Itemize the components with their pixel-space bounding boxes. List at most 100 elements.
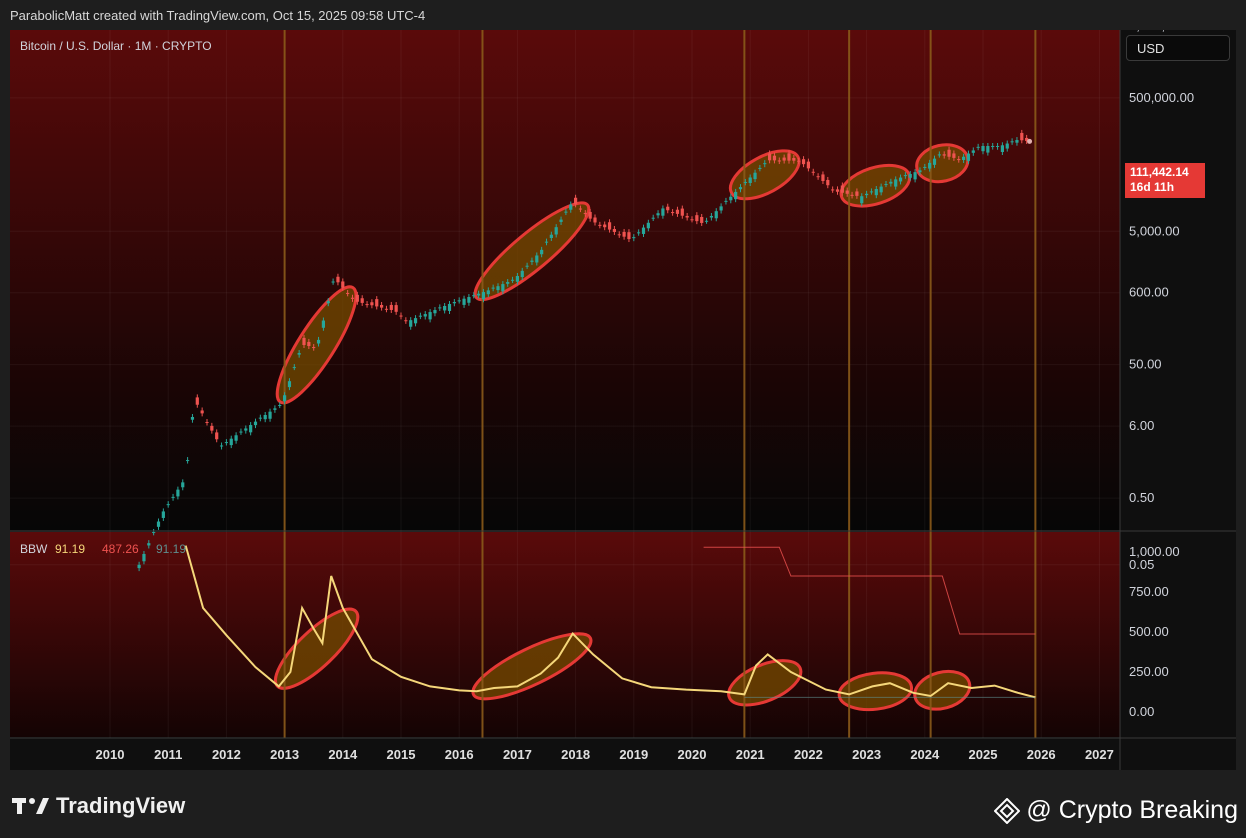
- candle-body: [612, 228, 616, 232]
- candle-body: [472, 295, 476, 297]
- candle-body: [525, 265, 529, 267]
- candle-body: [569, 204, 573, 210]
- candle-body: [506, 282, 510, 284]
- candle-body: [365, 304, 369, 306]
- candle-body: [646, 222, 650, 229]
- candle-body: [700, 216, 704, 223]
- candle-body: [578, 208, 583, 210]
- price-pane-background: [10, 30, 1120, 530]
- watermark-text: @ Crypto Breaking: [1026, 796, 1238, 824]
- candle-body: [467, 297, 471, 303]
- candle-body: [229, 438, 233, 446]
- candle-body: [394, 305, 398, 312]
- candle-body: [384, 308, 389, 310]
- candle-body: [743, 182, 747, 184]
- candle-body: [190, 416, 195, 420]
- time-axis-label: 2015: [387, 747, 416, 762]
- time-axis-label: 2017: [503, 747, 532, 762]
- candle-body: [1005, 143, 1009, 149]
- candle-body: [302, 337, 306, 346]
- time-axis-label: 2019: [619, 747, 648, 762]
- candle-body: [515, 276, 519, 282]
- bbw-legend-value: 91.19: [156, 542, 186, 556]
- candle-body: [889, 181, 893, 184]
- candle-body: [142, 553, 146, 562]
- candle-body: [840, 185, 844, 193]
- time-axis-label: 2018: [561, 747, 590, 762]
- candle-body: [549, 234, 553, 239]
- candle-body: [850, 194, 854, 196]
- time-axis-label: 2024: [910, 747, 940, 762]
- price-axis-label: 0.05: [1129, 557, 1154, 572]
- candle-body: [205, 422, 209, 424]
- candle-body: [219, 445, 224, 447]
- candle-body: [583, 213, 587, 215]
- candle-body: [326, 301, 330, 304]
- candle-body: [535, 255, 539, 263]
- currency-button[interactable]: USD: [1126, 35, 1230, 61]
- candle-body: [1000, 145, 1004, 153]
- time-axis-label: 2010: [96, 747, 125, 762]
- candle-body: [811, 171, 815, 173]
- candle-body: [685, 215, 689, 218]
- candle-body: [695, 215, 699, 222]
- candle-body: [428, 312, 432, 320]
- chart-canvas[interactable]: Bitcoin / U.S. Dollar · 1M · CRYPTO 6,000…: [10, 30, 1236, 770]
- candle-body: [341, 281, 345, 288]
- candle-body: [1010, 141, 1014, 143]
- candle-body: [486, 290, 490, 295]
- time-axis-label: 2026: [1027, 747, 1056, 762]
- candle-body: [709, 215, 713, 218]
- diamond-logo-icon: [994, 797, 1021, 824]
- candle-body: [496, 286, 500, 291]
- candle-body: [729, 196, 733, 201]
- time-axis-label: 2016: [445, 747, 474, 762]
- candle-body: [161, 511, 165, 518]
- price-axis-label: 500,000.00: [1129, 90, 1194, 105]
- candle-body: [481, 292, 486, 300]
- candle-body: [307, 341, 311, 347]
- candle-body: [399, 315, 403, 317]
- time-axis-label: 2025: [969, 747, 998, 762]
- candle-body: [855, 191, 859, 196]
- candle-body: [413, 318, 418, 324]
- candle-body: [195, 397, 199, 405]
- candle-body: [510, 279, 515, 281]
- candle-body: [336, 276, 340, 283]
- candle-body: [443, 305, 447, 311]
- last-price-dot: [1027, 138, 1033, 144]
- candle-body: [152, 531, 156, 533]
- candle-body: [176, 489, 180, 497]
- candle-body: [860, 196, 864, 204]
- candle-body: [418, 315, 422, 317]
- candle-body: [234, 435, 238, 441]
- candle-body: [637, 232, 641, 234]
- tradingview-logo: TradingView: [12, 793, 185, 819]
- candle-body: [409, 320, 413, 327]
- chart-frame[interactable]: Bitcoin / U.S. Dollar · 1M · CRYPTO 6,000…: [10, 30, 1236, 770]
- candle-body: [598, 224, 602, 226]
- bbw-legend-value: 487.26: [102, 542, 139, 556]
- candle-body: [942, 154, 946, 156]
- candle-body: [438, 307, 442, 309]
- candle-body: [797, 160, 801, 162]
- watermark: @ Crypto Breaking: [994, 796, 1238, 825]
- candle-body: [845, 190, 849, 194]
- candle-body: [210, 425, 214, 431]
- candle-body: [632, 237, 636, 239]
- candle-body: [923, 166, 927, 168]
- price-axis-label: 600.00: [1129, 285, 1169, 300]
- candle-body: [913, 172, 917, 180]
- candle-body: [932, 158, 937, 165]
- candle-body: [869, 191, 874, 193]
- candle-body: [816, 176, 820, 178]
- candle-body: [865, 193, 869, 196]
- candle-body: [714, 211, 718, 219]
- candle-body: [758, 167, 762, 169]
- candle-body: [283, 395, 287, 402]
- candle-body: [1020, 132, 1024, 141]
- candle-body: [884, 184, 888, 186]
- bbw-axis-label: 250.00: [1129, 664, 1169, 679]
- candle-body: [671, 212, 675, 214]
- time-axis-label: 2011: [154, 747, 182, 762]
